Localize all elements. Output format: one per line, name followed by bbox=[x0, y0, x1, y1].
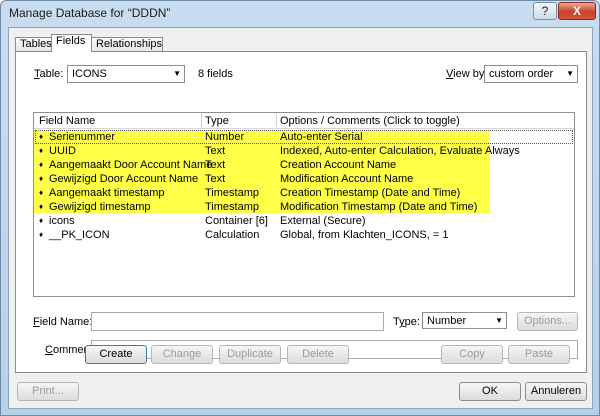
ok-button[interactable]: OK bbox=[459, 382, 521, 401]
type-label: Type: bbox=[393, 316, 420, 328]
close-button[interactable]: X bbox=[558, 2, 596, 20]
drag-handle-icon[interactable]: ♦ bbox=[39, 188, 43, 197]
drag-handle-icon[interactable]: ♦ bbox=[39, 202, 43, 211]
drag-handle-icon[interactable]: ♦ bbox=[39, 160, 43, 169]
field-count: 8 fields bbox=[198, 68, 233, 80]
copy-button[interactable]: Copy bbox=[441, 345, 503, 364]
window-title: Manage Database for “DDDN” bbox=[9, 6, 171, 20]
field-name-label: Field Name: bbox=[33, 316, 93, 328]
field-name-cell: UUID bbox=[49, 145, 76, 157]
column-header-type[interactable]: Type bbox=[205, 115, 229, 127]
field-name-cell: icons bbox=[49, 215, 75, 227]
column-divider[interactable] bbox=[201, 114, 202, 127]
drag-handle-icon[interactable]: ♦ bbox=[39, 230, 43, 239]
paste-button[interactable]: Paste bbox=[508, 345, 570, 364]
dialog-client-area: Tables Fields Relationships Table: ICONS… bbox=[8, 27, 593, 409]
drag-handle-icon[interactable]: ♦ bbox=[39, 216, 43, 225]
delete-button[interactable]: Delete bbox=[287, 345, 349, 364]
field-type-cell: Text bbox=[205, 159, 226, 171]
table-dropdown-value: ICONS bbox=[72, 68, 107, 80]
field-name-input[interactable] bbox=[91, 312, 384, 331]
field-options-cell: Modification Timestamp (Date and Time) bbox=[280, 201, 478, 213]
title-bar[interactable]: Manage Database for “DDDN” ? X bbox=[1, 1, 599, 27]
selected-row-outline bbox=[35, 130, 573, 144]
help-button[interactable]: ? bbox=[533, 2, 557, 20]
table-row[interactable]: ♦ Gewijzigd timestamp Timestamp Modifica… bbox=[35, 200, 573, 214]
chevron-down-icon: ▼ bbox=[173, 69, 181, 78]
field-options-cell: Modification Account Name bbox=[280, 173, 414, 185]
manage-database-window: Manage Database for “DDDN” ? X Tables Fi… bbox=[0, 0, 600, 416]
field-options-cell: External (Secure) bbox=[280, 215, 366, 227]
field-name-cell: Gewijzigd timestamp bbox=[49, 201, 151, 213]
options-button[interactable]: Options... bbox=[517, 312, 578, 331]
view-by-label: View by: bbox=[446, 68, 488, 80]
field-type-cell: Timestamp bbox=[205, 201, 259, 213]
tab-relationships[interactable]: Relationships bbox=[91, 37, 163, 52]
view-by-dropdown[interactable]: custom order ▼ bbox=[484, 65, 578, 83]
field-options-cell: Creation Account Name bbox=[280, 159, 397, 171]
field-name-cell: Aangemaakt Door Account Name bbox=[49, 159, 213, 171]
column-header-options[interactable]: Options / Comments (Click to toggle) bbox=[280, 115, 460, 127]
table-row[interactable]: ♦ Aangemaakt timestamp Timestamp Creatio… bbox=[35, 186, 573, 200]
drag-handle-icon[interactable]: ♦ bbox=[39, 174, 43, 183]
field-type-cell: Container [6] bbox=[205, 215, 268, 227]
duplicate-button[interactable]: Duplicate bbox=[219, 345, 281, 364]
list-header: Field Name Type Options / Comments (Clic… bbox=[34, 113, 574, 129]
field-options-cell: Creation Timestamp (Date and Time) bbox=[280, 187, 461, 199]
column-header-field-name[interactable]: Field Name bbox=[39, 115, 95, 127]
table-row[interactable]: ♦ UUID Text Indexed, Auto-enter Calculat… bbox=[35, 144, 573, 158]
table-row[interactable]: ♦ Gewijzigd Door Account Name Text Modif… bbox=[35, 172, 573, 186]
field-type-cell: Text bbox=[205, 173, 226, 185]
table-row[interactable]: ♦ Aangemaakt Door Account Name Text Crea… bbox=[35, 158, 573, 172]
table-row[interactable]: ♦ icons Container [6] External (Secure) bbox=[35, 214, 573, 228]
drag-handle-icon[interactable]: ♦ bbox=[39, 146, 43, 155]
tab-tables[interactable]: Tables bbox=[15, 37, 52, 52]
field-name-cell: __PK_ICON bbox=[49, 229, 110, 241]
print-button[interactable]: Print... bbox=[17, 382, 79, 401]
field-name-cell: Aangemaakt timestamp bbox=[49, 187, 165, 199]
view-by-value: custom order bbox=[489, 68, 554, 80]
field-options-cell: Global, from Klachten_ICONS, = 1 bbox=[280, 229, 449, 241]
create-button[interactable]: Create bbox=[85, 345, 147, 364]
table-dropdown[interactable]: ICONS ▼ bbox=[67, 65, 185, 83]
column-divider[interactable] bbox=[276, 114, 277, 127]
fields-list[interactable]: Field Name Type Options / Comments (Clic… bbox=[33, 112, 575, 297]
table-label: Table: bbox=[34, 68, 64, 80]
chevron-down-icon: ▼ bbox=[566, 69, 574, 78]
change-button[interactable]: Change bbox=[151, 345, 213, 364]
field-options-cell: Indexed, Auto-enter Calculation, Evaluat… bbox=[280, 145, 520, 157]
field-name-cell: Gewijzigd Door Account Name bbox=[49, 173, 199, 185]
table-row[interactable]: ♦ __PK_ICON Calculation Global, from Kla… bbox=[35, 228, 573, 242]
type-dropdown-value: Number bbox=[427, 315, 467, 327]
tab-fields[interactable]: Fields bbox=[51, 34, 92, 52]
fields-panel: Table: ICONS ▼ 8 fields View by: custom … bbox=[15, 51, 587, 373]
field-type-cell: Timestamp bbox=[205, 187, 259, 199]
field-type-cell: Calculation bbox=[205, 229, 260, 241]
chevron-down-icon: ▼ bbox=[495, 316, 503, 325]
type-dropdown[interactable]: Number ▼ bbox=[422, 312, 507, 329]
cancel-button[interactable]: Annuleren bbox=[525, 382, 587, 401]
field-type-cell: Text bbox=[205, 145, 226, 157]
